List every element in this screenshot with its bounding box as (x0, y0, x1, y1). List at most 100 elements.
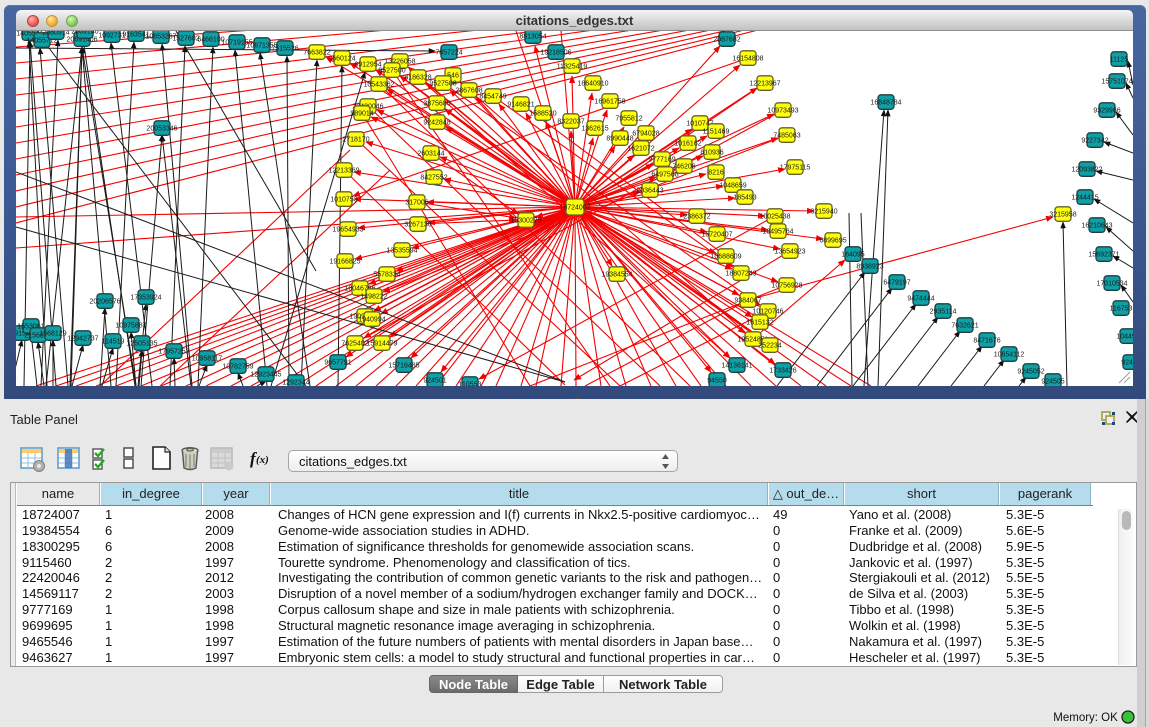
svg-text:8660124: 8660124 (328, 56, 355, 63)
svg-text:9777169: 9777169 (648, 157, 675, 164)
svg-text:18724007: 18724007 (559, 205, 590, 212)
svg-text:7663822: 7663822 (303, 50, 330, 57)
svg-text:10654112: 10654112 (994, 352, 1025, 359)
svg-text:12213967: 12213967 (749, 81, 780, 88)
svg-text:8322037: 8322037 (557, 119, 584, 126)
svg-text:1151469: 1151469 (703, 129, 730, 136)
svg-text:12093822: 12093822 (1071, 167, 1102, 174)
svg-text:9245052: 9245052 (1017, 369, 1044, 376)
svg-text:15300275: 15300275 (510, 218, 541, 225)
svg-text:1615132: 1615132 (746, 320, 773, 327)
svg-text:9527500: 9527500 (378, 68, 405, 75)
svg-text:2718170: 2718170 (342, 137, 369, 144)
svg-text:10973493: 10973493 (767, 108, 798, 115)
svg-text:924501: 924501 (423, 378, 446, 385)
svg-text:17957253: 17957253 (158, 349, 189, 356)
svg-text:10958117: 10958117 (192, 356, 223, 363)
svg-text:1292344: 1292344 (282, 380, 309, 387)
svg-text:9146821: 9146821 (507, 102, 534, 109)
svg-text:6899695: 6899695 (819, 238, 846, 245)
svg-text:11325419: 11325419 (557, 64, 588, 71)
svg-text:1527602: 1527602 (172, 36, 199, 43)
svg-text:2386372: 2386372 (683, 214, 710, 221)
svg-text:8454749: 8454749 (479, 94, 506, 101)
svg-text:5578334: 5578334 (373, 272, 400, 279)
svg-text:1568129: 1568129 (39, 331, 66, 338)
svg-text:8990448: 8990448 (606, 136, 633, 143)
svg-text:17353924: 17353924 (130, 295, 161, 302)
svg-text:10688609: 10688609 (710, 254, 741, 261)
svg-text:3215940: 3215940 (810, 209, 837, 216)
svg-text:12923445: 12923445 (250, 372, 281, 379)
svg-text:15716485: 15716485 (388, 363, 419, 370)
svg-text:7485063: 7485063 (773, 133, 800, 140)
svg-text:2935114: 2935114 (930, 309, 957, 316)
svg-text:15720407: 15720407 (701, 232, 732, 239)
svg-text:746206: 746206 (672, 164, 695, 171)
svg-text:104491: 104491 (1116, 334, 1133, 341)
svg-text:1016162: 1016162 (674, 141, 701, 148)
svg-text:19218506: 19218506 (540, 50, 571, 57)
svg-text:9227342: 9227342 (1081, 138, 1108, 145)
svg-text:6794028: 6794028 (632, 131, 659, 138)
svg-text:924505: 924505 (1041, 379, 1064, 386)
svg-text:19384554: 19384554 (601, 272, 632, 279)
svg-text:2603144: 2603144 (417, 151, 444, 158)
svg-text:9527508: 9527508 (429, 81, 456, 88)
svg-text:116753: 116753 (1110, 306, 1133, 313)
svg-text:11125: 11125 (1110, 57, 1129, 64)
svg-text:20206576: 20206576 (89, 299, 120, 306)
svg-text:7857224: 7857224 (435, 50, 462, 57)
svg-text:9329966: 9329966 (1093, 108, 1120, 115)
svg-text:8938923: 8938923 (856, 264, 883, 271)
svg-text:14136141: 14136141 (721, 363, 752, 370)
svg-text:18640910: 18640910 (577, 81, 608, 88)
svg-text:15751074: 15751074 (1101, 79, 1132, 86)
svg-text:185493: 185493 (733, 195, 756, 202)
svg-text:1733426: 1733426 (769, 368, 796, 375)
svg-text:7955812: 7955812 (615, 116, 642, 123)
svg-text:20053346: 20053346 (146, 126, 177, 133)
svg-text:8427552: 8427552 (420, 175, 447, 182)
svg-text:16154808: 16154808 (732, 56, 763, 63)
svg-text:1362615: 1362615 (581, 126, 608, 133)
svg-text:252234: 252234 (758, 343, 781, 350)
svg-text:10756928: 10756928 (771, 283, 802, 290)
svg-text:1588520: 1588520 (529, 111, 556, 118)
svg-text:9384067: 9384067 (734, 298, 761, 305)
svg-text:15914479: 15914479 (366, 341, 397, 348)
svg-text:17010534: 17010534 (1096, 281, 1127, 288)
svg-text:(x): (x) (256, 454, 269, 466)
svg-text:7515526: 7515526 (271, 46, 298, 53)
svg-text:810936: 810936 (700, 150, 723, 157)
svg-text:6497568: 6497568 (651, 172, 678, 179)
svg-text:17975115: 17975115 (780, 165, 811, 172)
svg-text:6479197: 6479197 (883, 280, 910, 287)
svg-text:13535594: 13535594 (386, 248, 417, 255)
svg-text:16848784: 16848784 (870, 100, 901, 107)
svg-text:9242848: 9242848 (423, 120, 450, 127)
svg-text:1048659: 1048659 (719, 183, 746, 190)
svg-text:1940994: 1940994 (358, 317, 385, 324)
svg-text:2069140: 2069140 (71, 31, 98, 36)
svg-text:18495764: 18495764 (762, 229, 793, 236)
svg-text:8813054: 8813054 (519, 34, 546, 41)
svg-text:8216: 8216 (708, 170, 724, 177)
svg-text:2036443: 2036443 (636, 188, 663, 195)
svg-text:317006: 317006 (405, 200, 428, 207)
svg-text:16210643: 16210643 (1081, 223, 1112, 230)
svg-text:1498222: 1498222 (360, 294, 387, 301)
svg-text:1010753: 1010753 (330, 197, 357, 204)
svg-text:12213369: 12213369 (328, 168, 359, 175)
svg-text:10782759: 10782759 (222, 364, 253, 371)
svg-text:1621072: 1621072 (627, 146, 654, 153)
svg-text:12942737: 12942737 (67, 336, 98, 343)
svg-text:114519: 114519 (102, 339, 125, 346)
svg-text:12505135: 12505135 (126, 341, 157, 348)
svg-text:989014: 989014 (350, 111, 373, 118)
svg-text:18807249: 18807249 (725, 271, 756, 278)
svg-text:3267130: 3267130 (404, 222, 431, 229)
svg-text:3215958: 3215958 (1049, 212, 1076, 219)
svg-text:110553: 110553 (459, 382, 482, 387)
svg-text:9657791: 9657791 (324, 360, 351, 367)
